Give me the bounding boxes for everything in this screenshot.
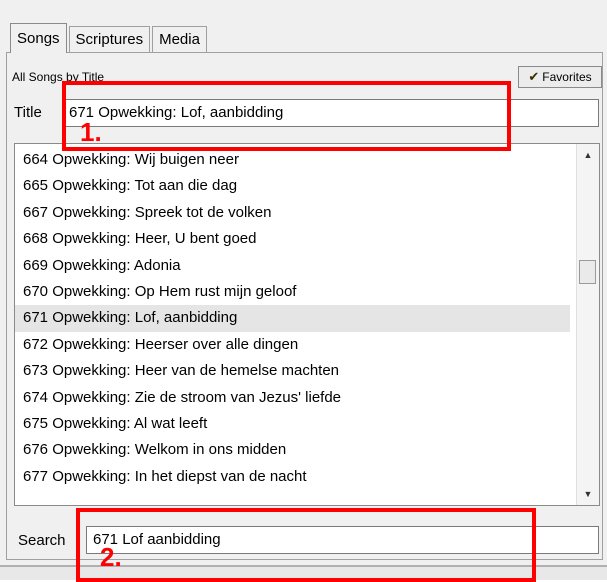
list-item[interactable]: 674 Opwekking: Zie de stroom van Jezus' … — [15, 385, 570, 411]
list-item[interactable]: 668 Opwekking: Heer, U bent goed — [15, 226, 570, 252]
list-scrollbar[interactable]: ▲ ▼ — [576, 144, 599, 505]
title-label: Title — [14, 104, 42, 121]
scroll-down-arrow-icon[interactable]: ▼ — [577, 483, 599, 505]
annotation-number-1: 1. — [80, 117, 102, 147]
favorites-button-label: Favorites — [542, 70, 592, 84]
list-item[interactable]: 665 Opwekking: Tot aan die dag — [15, 173, 570, 199]
annotation-box-1 — [62, 81, 511, 151]
list-item[interactable]: 670 Opwekking: Op Hem rust mijn geloof — [15, 279, 570, 305]
tab-songs[interactable]: Songs — [10, 23, 67, 53]
list-item[interactable]: 675 Opwekking: Al wat leeft — [15, 411, 570, 437]
list-item[interactable]: 667 Opwekking: Spreek tot de volken — [15, 200, 570, 226]
list-item[interactable]: 677 Opwekking: In het diepst van de nach… — [15, 464, 570, 490]
check-icon: ✔ — [528, 69, 540, 84]
list-item[interactable]: 671 Opwekking: Lof, aanbidding — [15, 305, 570, 332]
tab-strip: Songs Scriptures Media — [10, 22, 209, 53]
annotation-number-2: 2. — [100, 542, 122, 572]
tab-scriptures[interactable]: Scriptures — [68, 26, 151, 52]
list-item[interactable]: 672 Opwekking: Heerser over alle dingen — [15, 332, 570, 358]
scroll-up-arrow-icon[interactable]: ▲ — [577, 144, 599, 166]
scroll-thumb[interactable] — [579, 260, 596, 284]
songs-panel-window: Songs Scriptures Media All Songs by Titl… — [0, 0, 607, 582]
list-item[interactable]: 673 Opwekking: Heer van de hemelse macht… — [15, 358, 570, 384]
search-label: Search — [18, 532, 66, 549]
list-item[interactable]: 669 Opwekking: Adonia — [15, 253, 570, 279]
favorites-button[interactable]: ✔ Favorites — [518, 66, 602, 88]
song-list-items: 664 Opwekking: Wij buigen neer 665 Opwekk… — [15, 147, 570, 490]
tab-media[interactable]: Media — [152, 26, 207, 52]
list-item[interactable]: 676 Opwekking: Welkom in ons midden — [15, 437, 570, 463]
annotation-box-2 — [76, 508, 536, 582]
song-list[interactable]: 664 Opwekking: Wij buigen neer 665 Opwekk… — [14, 143, 600, 506]
